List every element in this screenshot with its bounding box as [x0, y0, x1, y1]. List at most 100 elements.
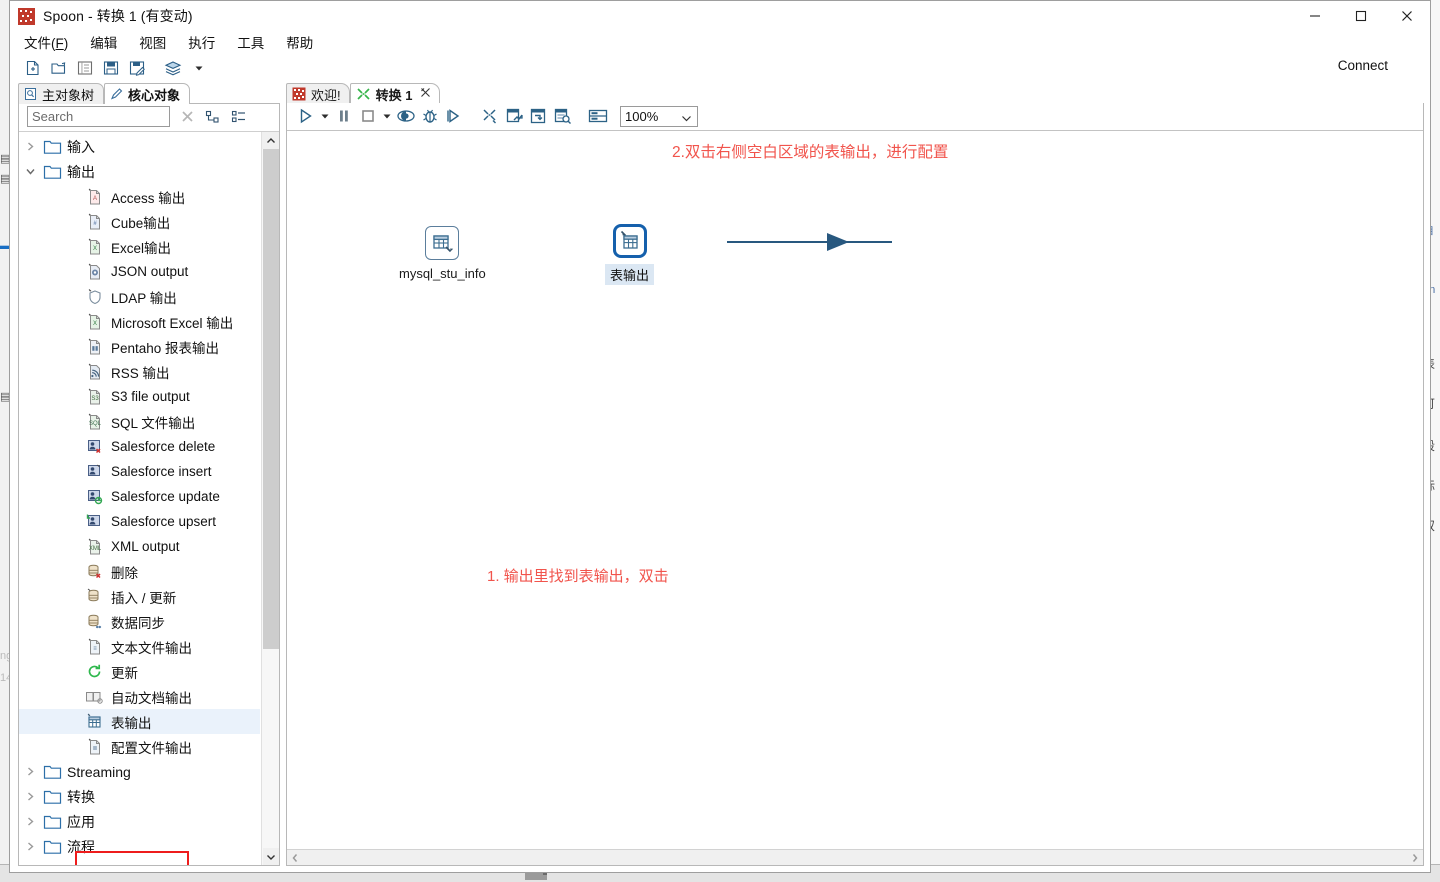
run-play-icon[interactable]: [294, 104, 318, 128]
chevron-down-icon[interactable]: [186, 56, 212, 80]
menu-tools[interactable]: 工具: [237, 32, 264, 52]
menu-view[interactable]: 视图: [139, 32, 166, 52]
layers-icon[interactable]: [160, 56, 186, 80]
tree-item-step[interactable]: RSS 输出: [19, 359, 260, 384]
report-output-icon: ▮▮: [83, 338, 105, 355]
tree-item-step[interactable]: 插入 / 更新: [19, 584, 260, 609]
table-input-step[interactable]: mysql_stu_info: [399, 226, 486, 281]
tree-item-step[interactable]: Salesforce update: [19, 484, 260, 509]
tree-item-step[interactable]: XML XML output: [19, 534, 260, 559]
open-folder-icon[interactable]: [46, 56, 72, 80]
tab-label: 主对象树: [42, 87, 95, 103]
close-button[interactable]: [1384, 1, 1430, 31]
canvas-horizontal-scrollbar[interactable]: [287, 849, 1423, 865]
tree-item-step[interactable]: 删除: [19, 559, 260, 584]
tree-item-folder[interactable]: 输出: [19, 159, 260, 184]
tree-item-step[interactable]: 更新: [19, 659, 260, 684]
tree-item-folder[interactable]: 应用: [19, 809, 260, 834]
tree-item-step[interactable]: Salesforce delete: [19, 434, 260, 459]
chevron-down-icon[interactable]: [318, 111, 332, 121]
expand-tree-icon[interactable]: [205, 110, 221, 124]
chevron-right-icon[interactable]: [19, 766, 41, 777]
chevron-right-icon[interactable]: [19, 141, 41, 152]
hop-line[interactable]: [727, 241, 892, 243]
chevron-down-icon[interactable]: [263, 848, 279, 865]
search-input[interactable]: [27, 106, 170, 127]
tree-item-step[interactable]: ≣ 配置文件输出: [19, 734, 260, 759]
new-file-icon[interactable]: [20, 56, 46, 80]
tree-item-step[interactable]: Salesforce upsert: [19, 509, 260, 534]
tree-item-folder[interactable]: 流程: [19, 834, 260, 859]
stop-icon[interactable]: [356, 104, 380, 128]
preview-eye-icon[interactable]: [394, 104, 418, 128]
window-controls: [1292, 1, 1430, 31]
sql-generate-icon[interactable]: [526, 104, 550, 128]
auto-doc-output-icon: [83, 688, 105, 705]
tree-item-step[interactable]: 数据同步: [19, 609, 260, 634]
tab-core-objects[interactable]: 核心对象: [104, 83, 191, 104]
database-explore-icon[interactable]: [550, 104, 574, 128]
connect-label[interactable]: Connect: [1338, 58, 1388, 73]
minimize-button[interactable]: [1292, 1, 1338, 31]
tree-item-step[interactable]: LDAP 输出: [19, 284, 260, 309]
chevron-up-icon[interactable]: [262, 132, 279, 149]
tree-item-label: Excel输出: [111, 240, 172, 256]
menu-help[interactable]: 帮助: [286, 32, 313, 52]
tab-transformation-1[interactable]: 转换 1: [349, 83, 441, 104]
grid-rows-icon[interactable]: [586, 104, 610, 128]
tree-item-step[interactable]: 自动文档输出: [19, 684, 260, 709]
chevron-right-icon[interactable]: [19, 816, 41, 827]
salesforce-update-icon: [83, 488, 105, 505]
tree-item-step[interactable]: JSON output: [19, 259, 260, 284]
chevron-left-icon[interactable]: [287, 853, 303, 863]
tree-item-step[interactable]: X Microsoft Excel 输出: [19, 309, 260, 334]
tab-label: 核心对象: [128, 87, 181, 103]
menu-run[interactable]: 执行: [188, 32, 215, 52]
maximize-button[interactable]: [1338, 1, 1384, 31]
tree-item-folder[interactable]: 转换: [19, 784, 260, 809]
menu-edit[interactable]: 编辑: [90, 32, 117, 52]
save-as-icon[interactable]: [124, 56, 150, 80]
zoom-select[interactable]: 100%: [620, 105, 698, 127]
tree-item-label: Cube输出: [111, 215, 171, 231]
scrollbar-thumb[interactable]: [263, 149, 279, 649]
chevron-down-icon[interactable]: [19, 166, 41, 177]
show-impact-icon[interactable]: [502, 104, 526, 128]
collapse-tree-icon[interactable]: [231, 110, 247, 124]
tab-welcome[interactable]: 欢迎!: [286, 83, 350, 104]
close-x-icon[interactable]: [420, 87, 431, 101]
tree-item-step[interactable]: A Access 输出: [19, 184, 260, 209]
tree-vertical-scrollbar[interactable]: [261, 132, 279, 865]
tree-item-label: LDAP 输出: [111, 290, 177, 306]
chevron-down-icon[interactable]: [380, 111, 394, 121]
tree-item-step[interactable]: 表输出: [19, 709, 260, 734]
tab-strip-filler: [190, 83, 280, 104]
menu-file[interactable]: 文件(F): [24, 32, 68, 52]
tab-main-object-tree[interactable]: 主对象树: [18, 83, 105, 104]
chevron-right-icon[interactable]: [19, 791, 41, 802]
tree-item-folder[interactable]: 输入: [19, 134, 260, 159]
folder-icon: [41, 839, 63, 855]
table-output-step[interactable]: 表输出: [605, 224, 655, 285]
explorer-icon[interactable]: [72, 56, 98, 80]
run-step-icon[interactable]: [442, 104, 466, 128]
transformation-canvas[interactable]: 2.双击右侧空白区域的表输出，进行配置 1. 输出里找到表输出，双击 mysql…: [287, 130, 1423, 849]
tree-item-label: 输入: [67, 138, 95, 155]
tree-item-label: 插入 / 更新: [111, 590, 177, 606]
tree-item-step[interactable]: X Excel输出: [19, 234, 260, 259]
save-icon[interactable]: [98, 56, 124, 80]
chevron-right-icon[interactable]: [19, 841, 41, 852]
chevron-right-icon[interactable]: [1407, 853, 1423, 863]
tree-item-step[interactable]: SQL SQL 文件输出: [19, 409, 260, 434]
hide-step-icon[interactable]: [478, 104, 502, 128]
tree-item-step[interactable]: ≡ 文本文件输出: [19, 634, 260, 659]
clear-x-icon[interactable]: [180, 109, 195, 124]
tree-item-step[interactable]: Salesforce insert: [19, 459, 260, 484]
tree-item-step[interactable]: # Cube输出: [19, 209, 260, 234]
pause-icon[interactable]: [332, 104, 356, 128]
tree-item-folder[interactable]: Streaming: [19, 759, 260, 784]
tree-item-step[interactable]: S3 S3 file output: [19, 384, 260, 409]
tree-item-step[interactable]: ▮▮ Pentaho 报表输出: [19, 334, 260, 359]
tab-label: 转换 1: [375, 87, 413, 103]
debug-bug-icon[interactable]: [418, 104, 442, 128]
